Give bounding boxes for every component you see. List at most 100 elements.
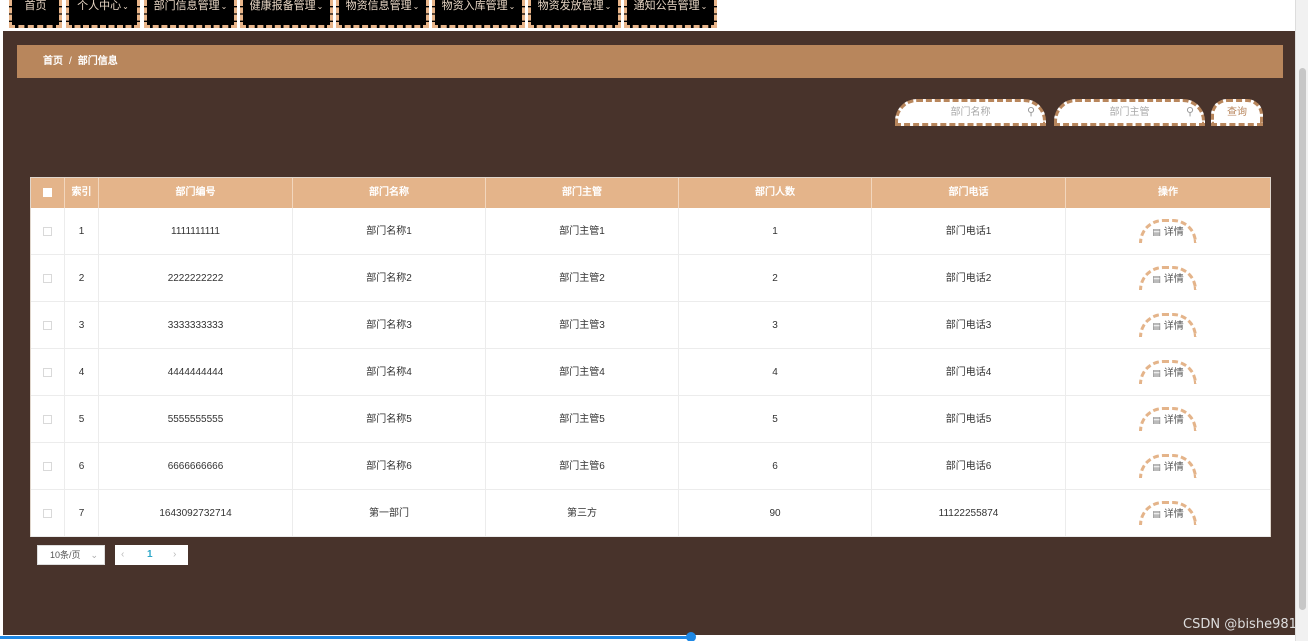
row-select-cell [31,255,65,302]
cell-manager: 部门主管6 [486,443,679,490]
nav-item-department-management[interactable]: 部门信息管理⌄ [144,0,237,28]
row-select-cell [31,349,65,396]
select-all-checkbox[interactable] [43,187,52,197]
scrollbar-thumb[interactable] [1299,68,1306,610]
top-nav: 首页 个人中心⌄ 部门信息管理⌄ 健康报备管理⌄ 物资信息管理⌄ 物资入库管理⌄… [0,0,1295,31]
nav-item-label: 首页 [24,0,47,12]
cell-name: 部门名称6 [293,443,486,490]
cell-code: 1643092732714 [99,490,293,537]
page-size-value: 10条/页 [50,550,81,560]
breadcrumb: 首页 / 部门信息 [17,45,1283,78]
cell-index: 3 [65,302,99,349]
document-icon: ▤ [1152,368,1161,378]
department-name-search-input[interactable]: 部门名称 ⚲ [895,99,1046,126]
row-checkbox[interactable] [43,367,52,377]
department-table: 索引 部门编号 部门名称 部门主管 部门人数 部门电话 操作 1 11111111… [30,177,1271,537]
prev-page-button[interactable]: ‹ [121,545,124,565]
detail-button[interactable]: ▤ 详情 [1139,454,1197,478]
department-manager-search-input[interactable]: 部门主管 ⚲ [1054,99,1205,126]
row-select-cell [31,490,65,537]
cell-index: 1 [65,208,99,255]
nav-item-notice-management[interactable]: 通知公告管理⌄ [624,0,717,28]
cell-manager: 部门主管5 [486,396,679,443]
nav-item-supply-inbound-management[interactable]: 物资入库管理⌄ [432,0,525,28]
cell-index: 2 [65,255,99,302]
detail-label: 详情 [1163,321,1184,332]
table-row: 4 4444444444 部门名称4 部门主管4 4 部门电话4 ▤ 详情 [31,349,1270,396]
column-header: 操作 [1158,187,1178,198]
detail-button[interactable]: ▤ 详情 [1139,501,1197,525]
breadcrumb-home[interactable]: 首页 [43,56,63,67]
row-select-cell [31,302,65,349]
search-icon: ⚲ [1185,106,1194,118]
cell-phone: 部门电话1 [872,208,1066,255]
progress-handle[interactable] [686,632,696,641]
document-icon: ▤ [1152,321,1161,331]
row-checkbox[interactable] [43,508,52,518]
table-row: 5 5555555555 部门名称5 部门主管5 5 部门电话5 ▤ 详情 [31,396,1270,443]
column-header: 部门电话 [872,178,1066,208]
detail-button[interactable]: ▤ 详情 [1139,266,1197,290]
cell-actions: ▤ 详情 [1066,302,1270,349]
row-checkbox[interactable] [43,273,52,283]
nav-item-label: 物资入库管理 [441,0,508,12]
table-row: 2 2222222222 部门名称2 部门主管2 2 部门电话2 ▤ 详情 [31,255,1270,302]
cell-code: 5555555555 [99,396,293,443]
detail-button[interactable]: ▤ 详情 [1139,219,1197,243]
cell-count: 4 [679,349,872,396]
cell-index: 6 [65,443,99,490]
cell-count: 1 [679,208,872,255]
chevron-down-icon: ⌄ [316,2,324,11]
cell-count: 5 [679,396,872,443]
nav-item-label: 健康报备管理 [249,0,316,12]
row-checkbox[interactable] [43,414,52,424]
chevron-down-icon: ⌄ [90,550,98,560]
cell-index: 7 [65,490,99,537]
cell-phone: 部门电话5 [872,396,1066,443]
cell-manager: 第三方 [486,490,679,537]
cell-count: 2 [679,255,872,302]
page-number[interactable]: 1 [147,545,153,565]
table-header: 索引 部门编号 部门名称 部门主管 部门人数 部门电话 操作 [31,178,1270,208]
nav-item-label: 通知公告管理 [633,0,700,12]
chevron-down-icon: ⌄ [604,2,612,11]
cell-name: 部门名称5 [293,396,486,443]
cell-name: 第一部门 [293,490,486,537]
detail-button[interactable]: ▤ 详情 [1139,360,1197,384]
chevron-down-icon: ⌄ [508,2,516,11]
document-icon: ▤ [1152,227,1161,237]
nav-item-home[interactable]: 首页 [9,0,62,28]
nav-item-personal-center[interactable]: 个人中心⌄ [66,0,140,28]
detail-button[interactable]: ▤ 详情 [1139,313,1197,337]
nav-item-supply-info-management[interactable]: 物资信息管理⌄ [336,0,429,28]
detail-label: 详情 [1163,462,1184,473]
row-checkbox[interactable] [43,461,52,471]
vertical-scrollbar[interactable] [1295,0,1308,641]
row-select-cell [31,208,65,255]
column-header: 索引 [65,178,99,208]
query-button[interactable]: 查询 [1211,99,1263,126]
nav-item-supply-distribution-management[interactable]: 物资发放管理⌄ [528,0,621,28]
nav-item-label: 物资信息管理 [345,0,412,12]
select-all-cell [31,178,65,208]
row-checkbox[interactable] [43,226,52,236]
page-size-select[interactable]: 10条/页 ⌄ [37,545,105,565]
detail-button[interactable]: ▤ 详情 [1139,407,1197,431]
next-page-button[interactable]: › [173,545,176,565]
document-icon: ▤ [1152,415,1161,425]
cell-code: 6666666666 [99,443,293,490]
detail-label: 详情 [1163,368,1184,379]
row-checkbox[interactable] [43,320,52,330]
detail-label: 详情 [1163,415,1184,426]
detail-label: 详情 [1163,509,1184,520]
cell-phone: 部门电话4 [872,349,1066,396]
column-header: 部门主管 [486,178,679,208]
chevron-down-icon: ⌄ [122,2,129,11]
cell-actions: ▤ 详情 [1066,208,1270,255]
cell-count: 90 [679,490,872,537]
cell-actions: ▤ 详情 [1066,443,1270,490]
nav-item-health-report-management[interactable]: 健康报备管理⌄ [240,0,333,28]
chevron-down-icon: ⌄ [700,2,708,11]
cell-phone: 11122255874 [872,490,1066,537]
chevron-down-icon: ⌄ [220,2,228,11]
